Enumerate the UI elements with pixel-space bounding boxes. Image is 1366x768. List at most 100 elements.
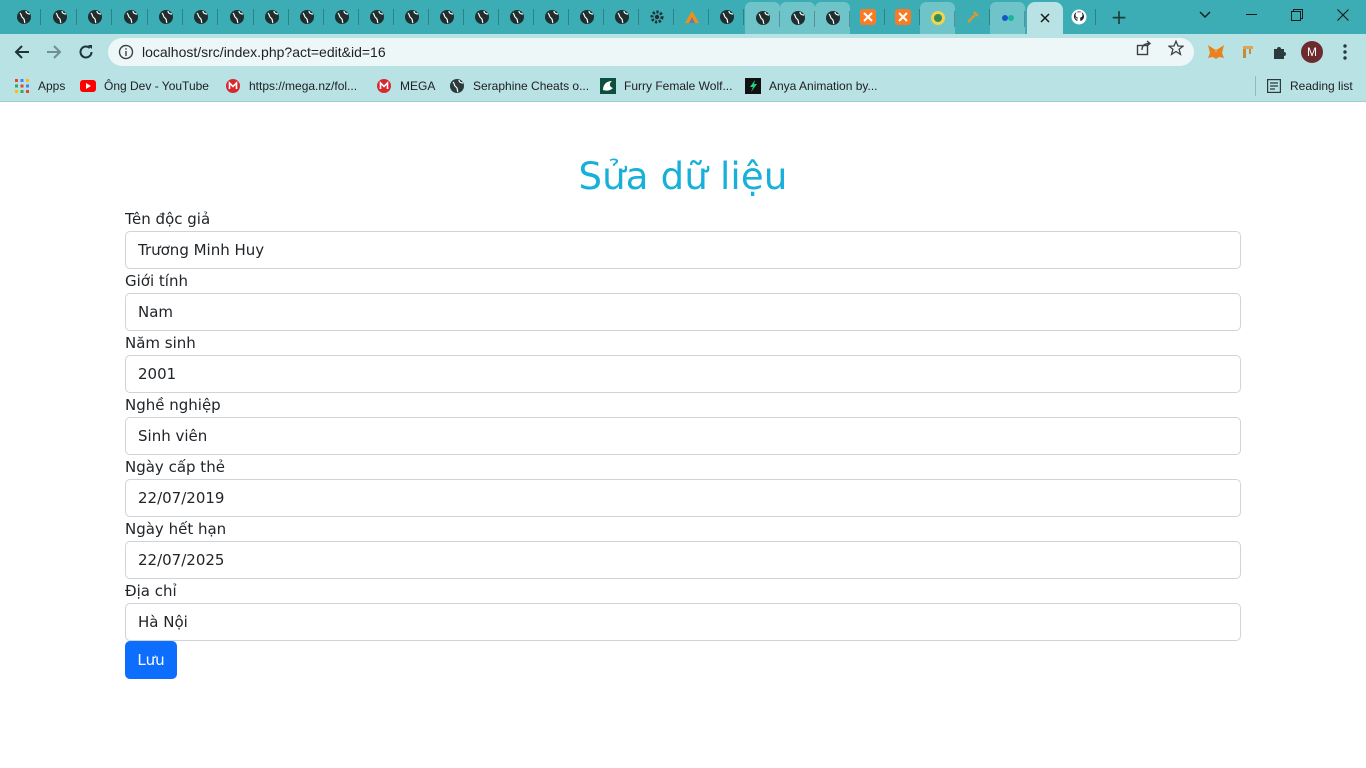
browser-tab[interactable] <box>1061 0 1096 34</box>
gear-icon <box>649 9 665 25</box>
bookmark-star-icon[interactable] <box>1166 40 1186 56</box>
browser-tab[interactable] <box>394 0 429 34</box>
occupation-input[interactable] <box>125 417 1241 455</box>
active-tab[interactable] <box>1027 2 1063 34</box>
forward-button[interactable] <box>42 40 66 64</box>
browser-tab[interactable] <box>780 2 815 34</box>
globe-icon <box>52 9 68 25</box>
globe-icon <box>719 9 735 25</box>
browser-tab[interactable] <box>77 0 112 34</box>
address-bar[interactable]: localhost/src/index.php?act=edit&id=16 <box>108 38 1194 66</box>
back-button[interactable] <box>10 40 34 64</box>
globe-icon <box>334 9 350 25</box>
reading-list-label: Reading list <box>1290 79 1353 93</box>
reload-button[interactable] <box>74 40 98 64</box>
xampp-icon <box>859 9 876 25</box>
issue-date-input[interactable] <box>125 479 1241 517</box>
browser-tab[interactable] <box>359 0 394 34</box>
address-input[interactable] <box>125 603 1241 641</box>
occupation-label: Nghề nghiệp <box>125 396 221 414</box>
browser-tab[interactable] <box>6 0 41 34</box>
globe-icon <box>579 9 595 25</box>
bookmark-apps[interactable]: Apps <box>14 76 65 96</box>
close-window-button[interactable] <box>1320 0 1366 30</box>
bookmark-label: Seraphine Cheats o... <box>473 79 590 93</box>
phpmyadmin-icon <box>684 9 700 25</box>
new-tab-button[interactable]: + <box>1108 6 1130 28</box>
browser-tab[interactable] <box>569 0 604 34</box>
gender-label: Giới tính <box>125 272 188 290</box>
expiry-date-label: Ngày hết hạn <box>125 520 227 538</box>
bookmarks-separator <box>1255 76 1256 96</box>
expiry-date-input[interactable] <box>125 541 1241 579</box>
puzzle-extensions-icon[interactable] <box>1269 41 1291 63</box>
browser-tab[interactable] <box>920 2 955 34</box>
bookmarks-bar: Apps Ông Dev - YouTube https://mega.nz/f… <box>0 70 1366 102</box>
metamask-extension-icon[interactable] <box>1205 41 1227 63</box>
browser-tab[interactable] <box>709 0 744 34</box>
browser-tab[interactable] <box>464 0 499 34</box>
mega-icon <box>225 78 241 94</box>
browser-tab[interactable] <box>674 0 709 34</box>
bookmark-anya[interactable]: Anya Animation by... <box>745 76 878 96</box>
profile-avatar[interactable]: M <box>1301 41 1323 63</box>
globe-icon <box>158 9 174 25</box>
tab-strip: + <box>0 0 1366 34</box>
url-text[interactable]: localhost/src/index.php?act=edit&id=16 <box>142 44 386 60</box>
globe-icon <box>790 10 806 26</box>
xampp-icon <box>894 9 911 25</box>
apps-grid-icon <box>14 78 30 94</box>
browser-tab[interactable] <box>219 0 254 34</box>
site-icon <box>930 10 946 26</box>
globe-icon <box>825 10 841 26</box>
extension-icon[interactable] <box>1237 41 1259 63</box>
birth-year-input[interactable] <box>125 355 1241 393</box>
reader-name-input[interactable] <box>125 231 1241 269</box>
browser-tab[interactable] <box>604 0 639 34</box>
browser-tab[interactable] <box>183 0 218 34</box>
browser-tab[interactable] <box>990 2 1025 34</box>
browser-tab[interactable] <box>42 0 77 34</box>
restore-button[interactable] <box>1274 0 1320 30</box>
bookmark-label: Ông Dev - YouTube <box>104 79 209 93</box>
save-button[interactable]: Lưu <box>125 641 177 679</box>
browser-tab[interactable] <box>113 0 148 34</box>
bookmark-youtube[interactable]: Ông Dev - YouTube <box>80 76 209 96</box>
globe-icon <box>16 9 32 25</box>
site-icon <box>1000 10 1016 26</box>
globe-icon <box>264 9 280 25</box>
browser-tab[interactable] <box>499 0 534 34</box>
browser-tab[interactable] <box>815 2 850 34</box>
bookmark-label: MEGA <box>400 79 436 93</box>
browser-tab[interactable] <box>289 0 324 34</box>
close-tab-icon[interactable] <box>1040 13 1050 23</box>
browser-tab[interactable] <box>254 0 289 34</box>
reading-list-button[interactable]: Reading list <box>1266 76 1353 96</box>
browser-tab[interactable] <box>955 0 990 34</box>
bookmark-mega[interactable]: MEGA <box>376 76 435 96</box>
bookmark-seraphine[interactable]: Seraphine Cheats o... <box>449 76 589 96</box>
globe-icon <box>614 9 630 25</box>
bookmark-furry[interactable]: Furry Female Wolf... <box>600 76 732 96</box>
share-icon[interactable] <box>1134 40 1154 56</box>
browser-tab[interactable] <box>324 0 359 34</box>
browser-tab[interactable] <box>429 0 464 34</box>
birth-year-label: Năm sinh <box>125 334 196 352</box>
browser-tab[interactable] <box>148 0 183 34</box>
tab-search-icon[interactable] <box>1182 0 1228 30</box>
browser-tab[interactable] <box>850 0 885 34</box>
globe-icon <box>123 9 139 25</box>
browser-tab[interactable] <box>745 2 780 34</box>
reader-name-label: Tên độc giả <box>125 210 211 228</box>
globe-icon <box>509 9 525 25</box>
browser-tab[interactable] <box>639 0 674 34</box>
gender-input[interactable] <box>125 293 1241 331</box>
page-title: Sửa dữ liệu <box>578 155 788 198</box>
site-info-icon[interactable] <box>118 44 134 64</box>
browser-tab[interactable] <box>885 0 920 34</box>
bookmark-mega-folder[interactable]: https://mega.nz/fol... <box>225 76 357 96</box>
browser-tab[interactable] <box>534 0 569 34</box>
minimize-button[interactable] <box>1228 0 1274 30</box>
menu-kebab-icon[interactable] <box>1334 41 1356 63</box>
bookmark-label: Apps <box>38 79 66 93</box>
